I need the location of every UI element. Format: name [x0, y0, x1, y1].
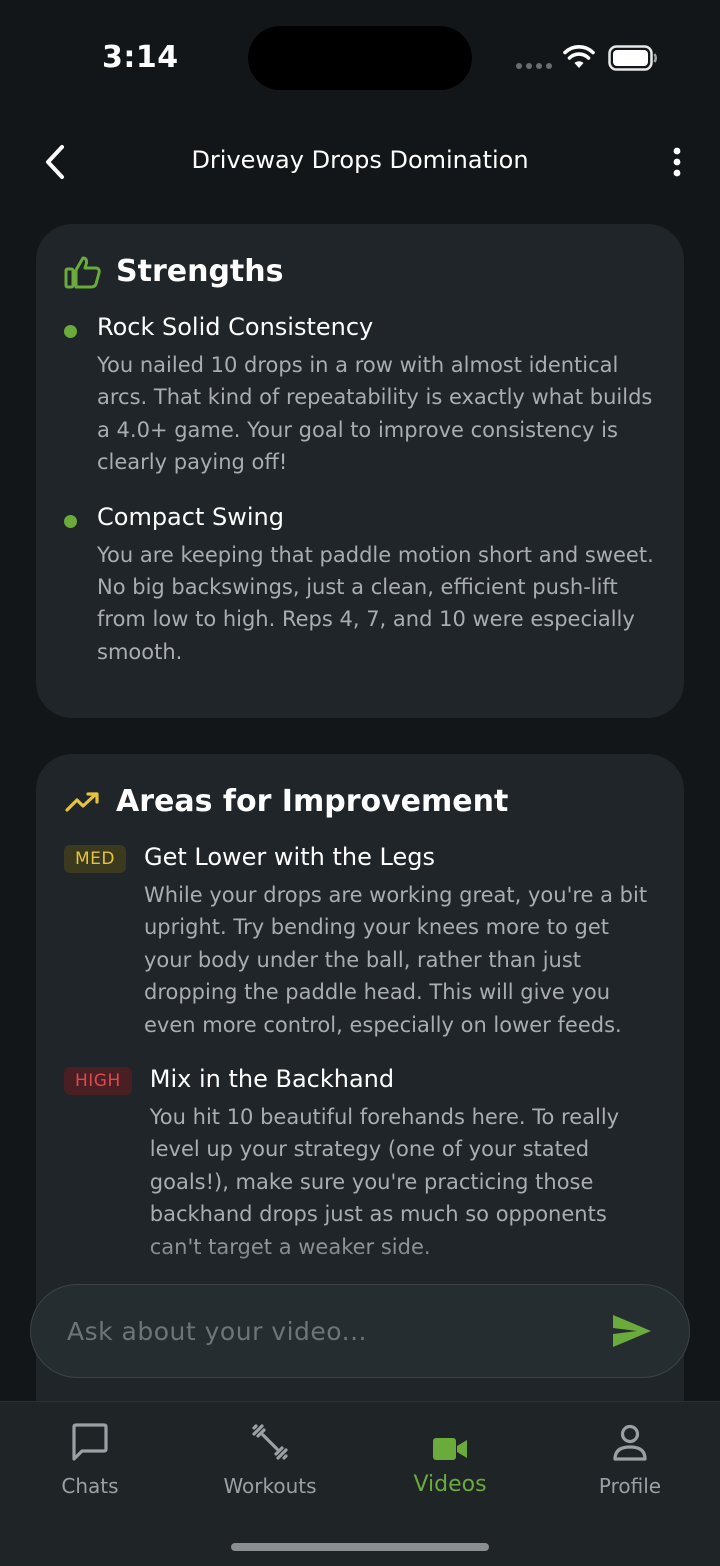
battery-icon — [608, 45, 657, 71]
improvement-title: Areas for Improvement — [116, 784, 509, 819]
video-camera-icon — [433, 1438, 467, 1460]
strengths-title: Strengths — [116, 254, 284, 289]
priority-badge-high: HIGH — [64, 1067, 132, 1096]
improvement-item-text: While your drops are working great, you'… — [144, 883, 648, 1037]
cellular-signal-icon — [516, 63, 552, 69]
improvement-item: MED Get Lower with the Legs While your d… — [64, 843, 656, 1041]
nav-label-profile: Profile — [598, 1474, 662, 1498]
more-vertical-icon — [673, 147, 681, 177]
nav-chats[interactable]: Chats — [0, 1402, 180, 1512]
strength-item: Compact Swing You are keeping that paddl… — [64, 503, 656, 669]
page-title: Driveway Drops Domination — [191, 146, 529, 174]
status-time: 3:14 — [102, 40, 179, 75]
bottom-nav: Chats Workouts Videos Profile — [0, 1401, 720, 1566]
strength-item-title: Rock Solid Consistency — [97, 313, 374, 341]
strength-item-title: Compact Swing — [97, 502, 284, 531]
nav-label-chats: Chats — [61, 1474, 119, 1498]
send-button[interactable] — [609, 1308, 655, 1354]
bullet-dot — [64, 325, 77, 338]
wifi-icon — [563, 45, 595, 68]
nav-videos[interactable]: Videos — [360, 1402, 540, 1512]
dynamic-island — [248, 26, 472, 90]
send-icon — [613, 1315, 651, 1347]
nav-workouts[interactable]: Workouts — [180, 1402, 360, 1512]
improvement-item-title: Get Lower with the Legs — [144, 843, 435, 871]
chat-input[interactable] — [67, 1316, 609, 1346]
more-options-button[interactable] — [660, 142, 694, 182]
nav-label-videos: Videos — [413, 1472, 487, 1497]
strengths-header: Strengths — [64, 254, 656, 289]
improvement-item: HIGH Mix in the Backhand You hit 10 beau… — [64, 1065, 656, 1263]
improvement-item-title: Mix in the Backhand — [149, 1065, 395, 1094]
nav-label-workouts: Workouts — [223, 1474, 317, 1498]
home-indicator — [231, 1543, 489, 1551]
thumbs-up-icon — [64, 256, 101, 288]
person-icon — [613, 1424, 647, 1461]
dumbbell-icon — [252, 1424, 288, 1460]
nav-profile[interactable]: Profile — [540, 1402, 720, 1512]
improvement-item-text: You hit 10 beautiful forehands here. To … — [149, 1105, 620, 1259]
trending-up-icon — [65, 791, 99, 812]
strength-item-text: You nailed 10 drops in a row with almost… — [97, 353, 653, 475]
bullet-dot — [64, 514, 77, 528]
strength-item-text: You are keeping that paddle motion short… — [97, 542, 654, 664]
improvement-header: Areas for Improvement — [64, 784, 656, 819]
priority-badge-med: MED — [64, 845, 126, 873]
chat-bubble-icon — [72, 1423, 108, 1461]
chat-input-bar — [30, 1284, 690, 1378]
screen: 3:14 Driveway Drops Domination Strengths — [0, 0, 720, 1566]
strength-item: Rock Solid Consistency You nailed 10 dro… — [64, 313, 656, 479]
strengths-card: Strengths Rock Solid Consistency You nai… — [36, 224, 684, 718]
